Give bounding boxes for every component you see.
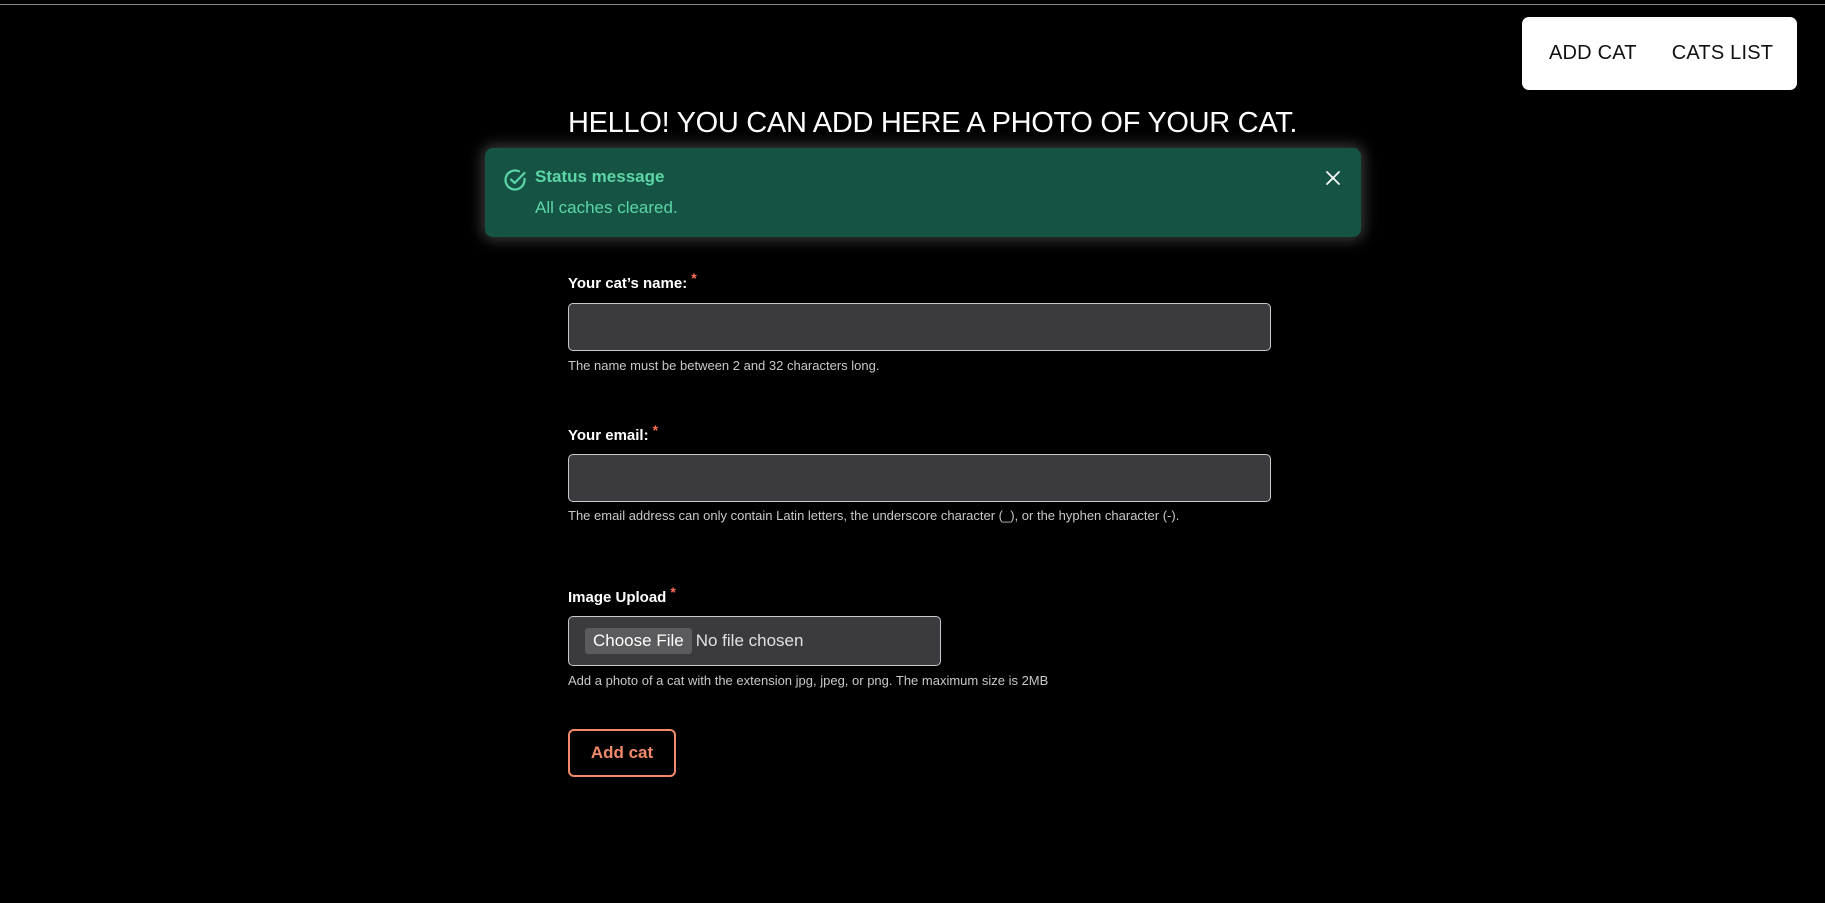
required-mark: * xyxy=(691,270,697,286)
email-hint: The email address can only contain Latin… xyxy=(568,508,1180,523)
nav-cats-list-link[interactable]: CATS LIST xyxy=(1672,42,1773,65)
cat-name-input[interactable] xyxy=(568,303,1271,351)
image-upload-label: Image Upload * xyxy=(568,584,676,606)
email-label: Your email: * xyxy=(568,422,658,444)
close-icon[interactable] xyxy=(1322,167,1344,189)
required-mark: * xyxy=(670,584,676,600)
status-text: All caches cleared. xyxy=(535,198,678,217)
status-message: Status message All caches cleared. xyxy=(485,148,1361,237)
main-nav: ADD CAT CATS LIST xyxy=(1522,17,1797,90)
image-upload-hint: Add a photo of a cat with the extension … xyxy=(568,673,1049,688)
check-circle-icon xyxy=(504,169,526,191)
image-file-input[interactable]: Choose File No file chosen xyxy=(568,616,941,666)
email-input[interactable] xyxy=(568,454,1271,502)
cat-name-hint: The name must be between 2 and 32 charac… xyxy=(568,358,880,373)
cat-name-label: Your cat’s name: * xyxy=(568,270,697,292)
file-status-text: No file chosen xyxy=(695,631,804,650)
choose-file-button[interactable]: Choose File xyxy=(585,628,692,654)
page-title: HELLO! YOU CAN ADD HERE A PHOTO OF YOUR … xyxy=(568,107,1298,139)
status-heading: Status message xyxy=(535,167,665,186)
cat-name-label-text: Your cat’s name: xyxy=(568,275,688,292)
email-label-text: Your email: xyxy=(568,427,649,444)
add-cat-button[interactable]: Add cat xyxy=(568,729,676,777)
nav-add-cat-link[interactable]: ADD CAT xyxy=(1549,42,1637,65)
top-divider xyxy=(0,4,1825,5)
image-upload-label-text: Image Upload xyxy=(568,589,667,606)
required-mark: * xyxy=(652,422,659,438)
